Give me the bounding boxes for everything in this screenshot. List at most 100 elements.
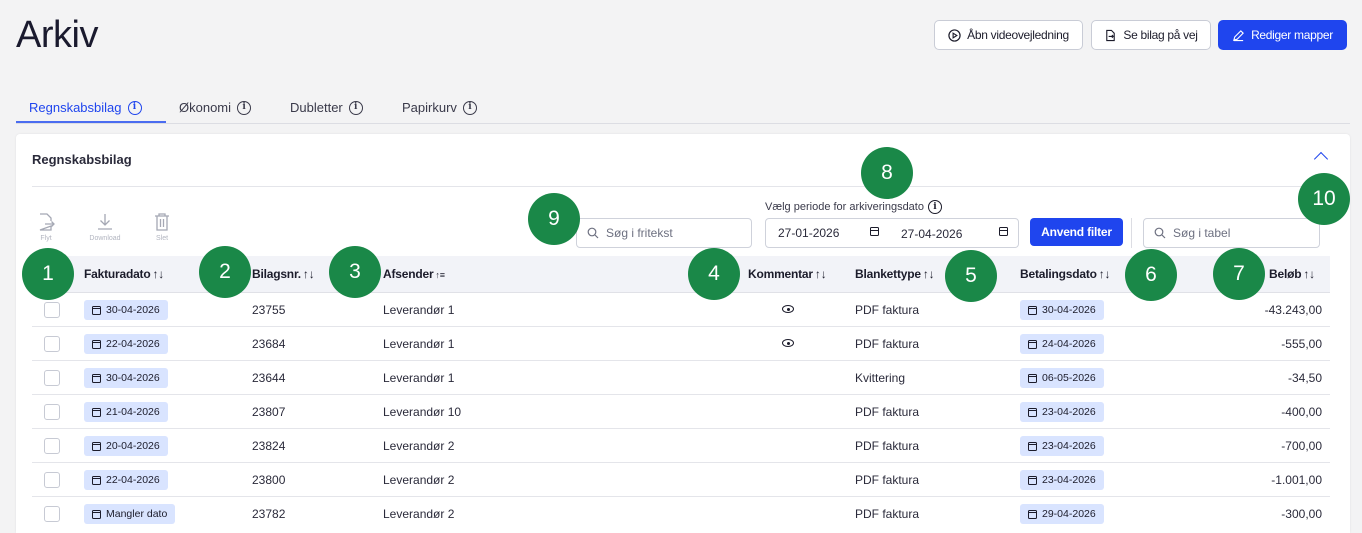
- column-header-payment-date[interactable]: Betalingsdato ↑↓: [1020, 267, 1111, 281]
- eye-icon[interactable]: [782, 339, 794, 347]
- info-icon[interactable]: i: [237, 100, 252, 115]
- delete-label: Slet: [155, 235, 169, 242]
- incoming-vouchers-button[interactable]: Se bilag på vej: [1091, 20, 1211, 50]
- table-row[interactable]: 30-04-2026 23644 Leverandør 1 Kvittering…: [32, 361, 1330, 395]
- pencil-icon: [1233, 29, 1244, 41]
- sort-icon[interactable]: ↑↓: [1303, 267, 1315, 281]
- info-icon[interactable]: i: [127, 100, 142, 115]
- calendar-icon: [92, 509, 101, 519]
- table-row[interactable]: 21-04-2026 23807 Leverandør 10 PDF faktu…: [32, 395, 1330, 429]
- row-checkbox[interactable]: [44, 370, 60, 386]
- invoice-date-chip: 20-04-2026: [84, 436, 168, 456]
- page-title: Arkiv: [16, 14, 98, 56]
- sender: Leverandør 2: [383, 439, 455, 453]
- sort-icon[interactable]: ↑↓: [152, 267, 164, 281]
- invoice-date-chip: 21-04-2026: [84, 402, 168, 422]
- tab-oekonomi[interactable]: Økonomi i: [179, 100, 252, 115]
- date-to-field[interactable]: 27-04-2026: [901, 227, 962, 241]
- calendar-icon[interactable]: [999, 227, 1008, 236]
- table-row[interactable]: 22-04-2026 23800 Leverandør 2 PDF faktur…: [32, 463, 1330, 497]
- row-checkbox[interactable]: [44, 302, 60, 318]
- column-label: Fakturadato: [84, 267, 151, 281]
- apply-filter-button[interactable]: Anvend filter: [1030, 218, 1123, 246]
- sort-icon[interactable]: ↑↓: [1099, 267, 1111, 281]
- info-icon[interactable]: i: [927, 200, 942, 214]
- payment-date-chip: 24-04-2026: [1020, 334, 1104, 354]
- annotation-badge: 8: [861, 147, 913, 199]
- download-button[interactable]: Download: [81, 212, 129, 242]
- invoice-date: 22-04-2026: [106, 474, 160, 486]
- info-icon[interactable]: i: [462, 100, 477, 115]
- row-checkbox[interactable]: [44, 472, 60, 488]
- column-header-form-type[interactable]: Blankettype ↑↓: [855, 267, 935, 281]
- sort-icon[interactable]: ↑↓: [815, 267, 827, 281]
- trash-icon: [155, 213, 169, 231]
- calendar-icon: [1028, 407, 1037, 417]
- table-search-placeholder: Søg i tabel: [1173, 226, 1231, 240]
- row-checkbox[interactable]: [44, 336, 60, 352]
- table-row[interactable]: 20-04-2026 23824 Leverandør 2 PDF faktur…: [32, 429, 1330, 463]
- amount: -34,50: [1287, 371, 1322, 385]
- table-row[interactable]: 22-04-2026 23684 Leverandør 1 PDF faktur…: [32, 327, 1330, 361]
- eye-icon[interactable]: [782, 305, 794, 313]
- column-header-voucher-no[interactable]: Bilagsnr. ↑↓: [252, 267, 315, 281]
- edit-folders-button[interactable]: Rediger mapper: [1218, 20, 1347, 50]
- column-header-sender[interactable]: Afsender ↑≡: [383, 267, 445, 281]
- calendar-icon: [1028, 509, 1037, 519]
- video-guide-button[interactable]: Åbn videovejledning: [934, 20, 1083, 50]
- invoice-date: 30-04-2026: [106, 304, 160, 316]
- amount: -43.243,00: [1264, 303, 1322, 317]
- tab-regnskabsbilag[interactable]: Regnskabsbilag i: [29, 100, 142, 115]
- voucher-no: 23824: [252, 439, 286, 453]
- sort-icon[interactable]: ↑↓: [923, 267, 935, 281]
- download-label: Download: [89, 235, 121, 242]
- date-from-field[interactable]: 27-01-2026: [778, 226, 839, 240]
- table-search-input[interactable]: Søg i tabel: [1143, 218, 1320, 248]
- calendar-icon: [1028, 339, 1037, 349]
- tab-bar: Regnskabsbilag i Økonomi i Dubletter i P…: [16, 96, 1350, 124]
- info-icon[interactable]: i: [348, 100, 363, 115]
- voucher-no: 23800: [252, 473, 286, 487]
- column-header-invoice-date[interactable]: Fakturadato ↑↓: [84, 267, 164, 281]
- row-checkbox[interactable]: [44, 404, 60, 420]
- sort-icon[interactable]: ↑↓: [303, 267, 315, 281]
- column-header-amount[interactable]: Beløb ↑↓: [1269, 267, 1315, 281]
- annotation-badge: 4: [688, 248, 740, 300]
- row-checkbox[interactable]: [44, 506, 60, 522]
- voucher-no: 23755: [252, 303, 286, 317]
- sort-ascending-icon[interactable]: ↑≡: [435, 270, 445, 280]
- freetext-search-input[interactable]: Søg i fritekst: [576, 218, 752, 248]
- column-label: Bilagsnr.: [252, 267, 301, 281]
- annotation-badge: 5: [945, 250, 997, 302]
- delete-button[interactable]: Slet: [138, 212, 186, 242]
- payment-date: 23-04-2026: [1042, 406, 1096, 418]
- calendar-icon: [1028, 475, 1037, 485]
- invoice-date-chip: 22-04-2026: [84, 334, 168, 354]
- video-guide-label: Åbn videovejledning: [967, 28, 1069, 42]
- date-range-picker[interactable]: 27-01-2026 27-04-2026: [765, 218, 1019, 248]
- tab-dubletter[interactable]: Dubletter i: [290, 100, 363, 115]
- payment-date: 30-04-2026: [1042, 304, 1096, 316]
- calendar-icon[interactable]: [870, 227, 879, 236]
- tab-papirkurv[interactable]: Papirkurv i: [402, 100, 477, 115]
- table-row[interactable]: 30-04-2026 23755 Leverandør 1 PDF faktur…: [32, 293, 1330, 327]
- form-type: Kvittering: [855, 371, 906, 385]
- amount: -1.001,00: [1271, 473, 1322, 487]
- annotation-badge: 10: [1298, 173, 1350, 225]
- table-row[interactable]: Mangler dato 23782 Leverandør 2 PDF fakt…: [32, 497, 1330, 533]
- column-header-comment[interactable]: Kommentar ↑↓: [748, 267, 827, 281]
- invoice-date-chip: 30-04-2026: [84, 300, 168, 320]
- row-checkbox[interactable]: [44, 438, 60, 454]
- move-button[interactable]: Flyt: [22, 212, 70, 242]
- calendar-icon: [92, 339, 101, 349]
- play-circle-icon: [948, 28, 961, 42]
- payment-date-chip: 29-04-2026: [1020, 504, 1104, 524]
- invoice-date: Mangler dato: [106, 508, 168, 520]
- sender: Leverandør 1: [383, 337, 455, 351]
- move-file-icon: [39, 213, 55, 231]
- invoice-date: 30-04-2026: [106, 372, 160, 384]
- annotation-badge: 1: [22, 248, 74, 300]
- voucher-no: 23807: [252, 405, 286, 419]
- form-type: PDF faktura: [855, 507, 920, 521]
- freetext-search-placeholder: Søg i fritekst: [606, 226, 673, 240]
